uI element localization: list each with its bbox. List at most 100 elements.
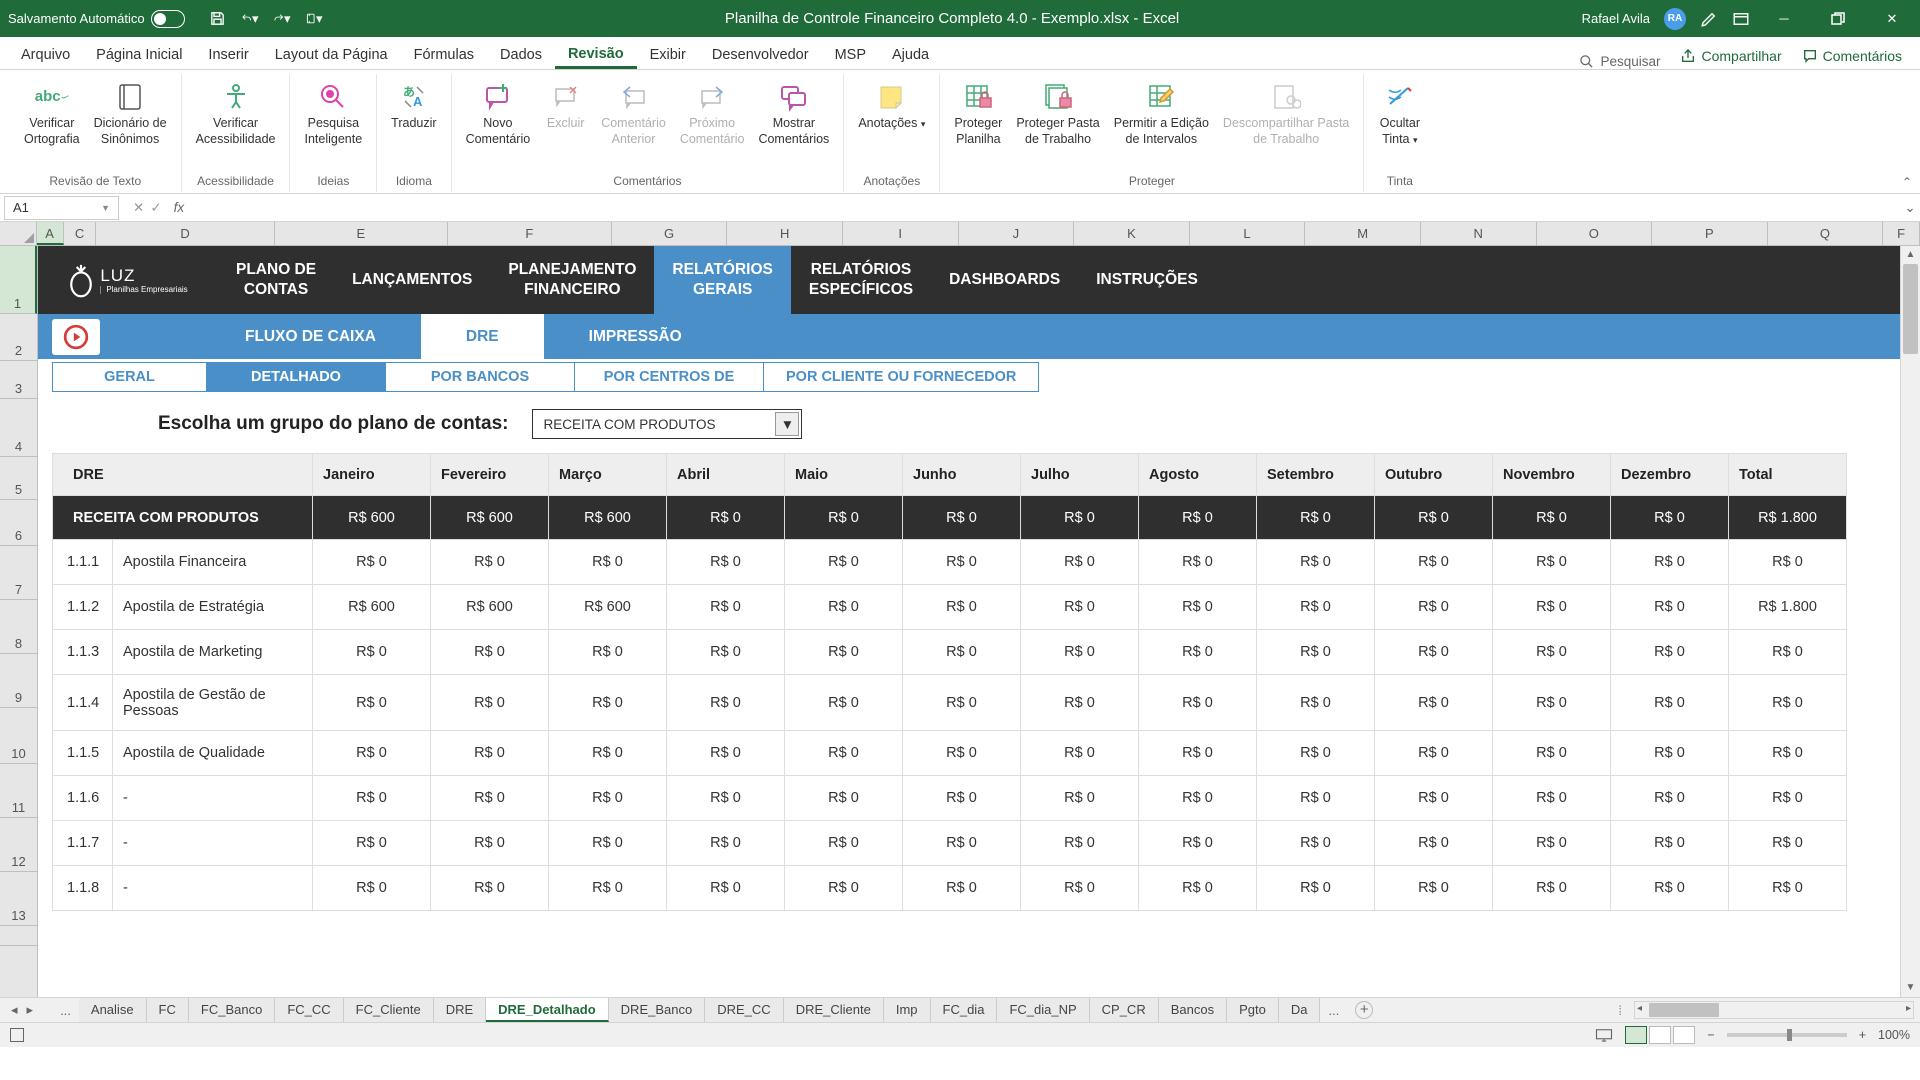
sheet-tab-dre_banco[interactable]: DRE_Banco: [609, 998, 706, 1022]
touch-icon[interactable]: ▾: [305, 10, 323, 28]
zoom-level[interactable]: 100%: [1878, 1028, 1910, 1042]
zoom-in-button[interactable]: +: [1859, 1028, 1866, 1042]
ribbon-tab-ajuda[interactable]: Ajuda: [879, 41, 942, 69]
sheet-tab-fc_dia_np[interactable]: FC_dia_NP: [997, 998, 1089, 1022]
col-header[interactable]: N: [1421, 222, 1537, 245]
undo-icon[interactable]: ▾: [241, 10, 259, 28]
row-header[interactable]: 5: [0, 457, 37, 500]
sheet-tab-dre_detalhado[interactable]: DRE_Detalhado: [486, 998, 609, 1022]
nav-relatórios-gerais[interactable]: RELATÓRIOSGERAIS: [654, 246, 790, 314]
collapse-ribbon-icon[interactable]: ⌃: [1902, 175, 1912, 189]
sheet-tab-fc_banco[interactable]: FC_Banco: [189, 998, 275, 1022]
subnav-dre[interactable]: DRE: [421, 314, 544, 359]
expand-formula-icon[interactable]: ⌄: [1900, 200, 1920, 216]
col-header[interactable]: I: [843, 222, 959, 245]
tab-geral[interactable]: GERAL: [52, 362, 207, 392]
tab-por-centros-de[interactable]: POR CENTROS DE: [574, 362, 764, 392]
user-avatar[interactable]: RA: [1664, 8, 1686, 30]
nav-lançamentos[interactable]: LANÇAMENTOS: [334, 246, 490, 314]
tab-por-cliente-ou-fornecedor[interactable]: POR CLIENTE OU FORNECEDOR: [763, 362, 1039, 392]
sheet-nav-arrows[interactable]: ◂▸: [0, 1002, 44, 1018]
ribbon-tab-exibir[interactable]: Exibir: [637, 41, 699, 69]
ribbon-novo-coment-rio[interactable]: NovoComentário: [460, 78, 537, 149]
zoom-slider[interactable]: [1727, 1033, 1847, 1037]
vertical-scrollbar[interactable]: ▲ ▼: [1900, 246, 1920, 997]
row-header[interactable]: 8: [0, 600, 37, 654]
page-layout-button[interactable]: [1649, 1026, 1671, 1044]
row-header[interactable]: 6: [0, 500, 37, 546]
sheet-tab-cp_cr[interactable]: CP_CR: [1090, 998, 1159, 1022]
ribbon-tab-dados[interactable]: Dados: [487, 41, 555, 69]
tab-detalhado[interactable]: DETALHADO: [206, 362, 386, 392]
row-header[interactable]: 13: [0, 872, 37, 926]
ribbon-tab-msp[interactable]: MSP: [822, 41, 879, 69]
subnav-fluxo-de-caixa[interactable]: FLUXO DE CAIXA: [200, 314, 421, 359]
tab-por-bancos[interactable]: POR BANCOS: [385, 362, 575, 392]
ribbon-tab-fórmulas[interactable]: Fórmulas: [401, 41, 487, 69]
sheet-tabs-ellipsis[interactable]: ...: [52, 1003, 79, 1018]
ribbon-display-icon[interactable]: [1732, 10, 1750, 28]
sheet-tab-analise[interactable]: Analise: [79, 998, 147, 1022]
redo-icon[interactable]: ▾: [273, 10, 291, 28]
autosave-toggle[interactable]: Salvamento Automático: [8, 10, 185, 28]
close-button[interactable]: ✕: [1872, 5, 1912, 33]
cancel-icon[interactable]: ✕: [133, 200, 144, 216]
row-header[interactable]: 1: [0, 246, 37, 314]
sheet-tab-da[interactable]: Da: [1279, 998, 1321, 1022]
ribbon-mostrar-coment-rios[interactable]: MostrarComentários: [752, 78, 835, 149]
pen-icon[interactable]: [1700, 10, 1718, 28]
normal-view-button[interactable]: [1625, 1026, 1647, 1044]
sheet-tab-fc[interactable]: FC: [147, 998, 189, 1022]
nav-relatórios-específicos[interactable]: RELATÓRIOSESPECÍFICOS: [791, 246, 931, 314]
ribbon-verificar-acessibilidade[interactable]: VerificarAcessibilidade: [190, 78, 282, 149]
col-header[interactable]: O: [1537, 222, 1653, 245]
col-header[interactable]: G: [612, 222, 728, 245]
sheet-tabs-ellipsis-right[interactable]: ...: [1320, 1003, 1347, 1018]
col-header[interactable]: Q: [1768, 222, 1884, 245]
ribbon-tab-layout-da-página[interactable]: Layout da Página: [262, 41, 401, 69]
sheet-tab-fc_cc[interactable]: FC_CC: [275, 998, 343, 1022]
ribbon-anota-es-[interactable]: Anotações ▾: [852, 78, 931, 134]
name-box[interactable]: A1▼: [4, 196, 119, 220]
nav-planejamento-financeiro[interactable]: PLANEJAMENTOFINANCEIRO: [490, 246, 654, 314]
play-button[interactable]: [52, 319, 100, 355]
col-header[interactable]: K: [1074, 222, 1190, 245]
row-header[interactable]: 2: [0, 314, 37, 361]
search-box[interactable]: Pesquisar: [1569, 54, 1670, 69]
user-name[interactable]: Rafael Avila: [1582, 11, 1650, 26]
row-header[interactable]: 12: [0, 818, 37, 872]
sheet-tab-dre_cc[interactable]: DRE_CC: [705, 998, 783, 1022]
ribbon-proteger-pasta-de-trabalho[interactable]: Proteger Pastade Trabalho: [1010, 78, 1105, 149]
sheet-tab-dre_cliente[interactable]: DRE_Cliente: [784, 998, 884, 1022]
add-sheet-button[interactable]: +: [1355, 1001, 1373, 1019]
cells-area[interactable]: LUZPlanilhas Empresariais PLANO DECONTAS…: [38, 246, 1900, 997]
group-dropdown[interactable]: RECEITA COM PRODUTOS ▼: [532, 409, 802, 439]
col-header[interactable]: E: [275, 222, 448, 245]
nav-dashboards[interactable]: DASHBOARDS: [931, 246, 1078, 314]
row-header[interactable]: 4: [0, 399, 37, 457]
col-header[interactable]: F: [448, 222, 612, 245]
ribbon-pesquisa-inteligente[interactable]: PesquisaInteligente: [298, 78, 368, 149]
col-header[interactable]: L: [1190, 222, 1306, 245]
sheet-tab-pgto[interactable]: Pgto: [1227, 998, 1279, 1022]
display-settings-icon[interactable]: [1595, 1028, 1613, 1042]
ribbon-verificar-ortografia[interactable]: abcVerificarOrtografia: [18, 78, 86, 149]
enter-icon[interactable]: ✓: [150, 200, 161, 216]
col-header[interactable]: A: [37, 222, 64, 245]
comments-button[interactable]: Comentários: [1792, 43, 1912, 69]
nav-instruções[interactable]: INSTRUÇÕES: [1078, 246, 1216, 314]
row-header[interactable]: 11: [0, 764, 37, 818]
sheet-tab-fc_cliente[interactable]: FC_Cliente: [344, 998, 434, 1022]
ribbon-tab-desenvolvedor[interactable]: Desenvolvedor: [699, 41, 822, 69]
zoom-out-button[interactable]: −: [1707, 1028, 1714, 1042]
record-macro-icon[interactable]: [10, 1028, 24, 1042]
minimize-button[interactable]: ─: [1764, 5, 1804, 33]
col-header[interactable]: J: [959, 222, 1075, 245]
row-header[interactable]: 9: [0, 654, 37, 708]
formula-input[interactable]: [194, 196, 1900, 220]
subnav-impressão[interactable]: IMPRESSÃO: [544, 314, 727, 359]
ribbon-dicion-rio-de-sin-nimos[interactable]: Dicionário deSinônimos: [88, 78, 173, 149]
horizontal-scrollbar[interactable]: ◂ ▸: [1634, 1001, 1914, 1019]
sheet-tab-bancos[interactable]: Bancos: [1159, 998, 1227, 1022]
col-header[interactable]: H: [727, 222, 843, 245]
